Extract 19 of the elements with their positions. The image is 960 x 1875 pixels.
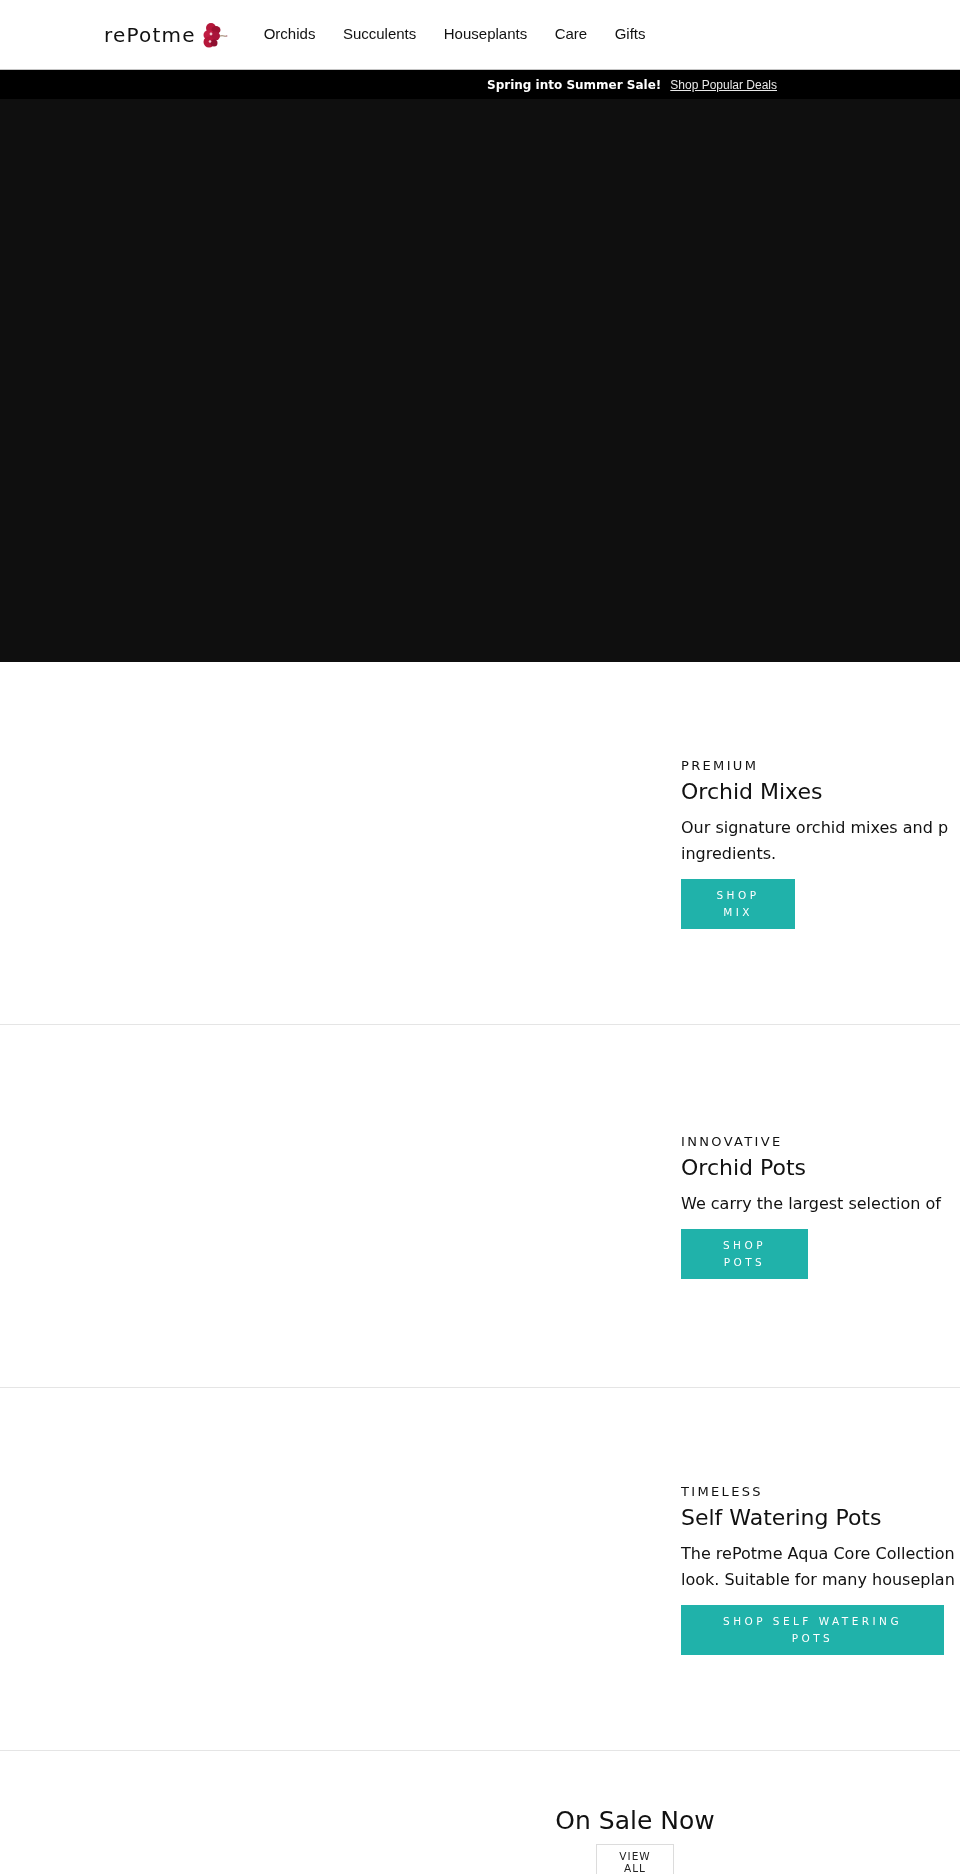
section-title: Self Watering Pots — [681, 1503, 882, 1532]
sale-announcement: Spring into Summer Sale! — [487, 76, 662, 94]
view-all-button[interactable]: VIEW ALL — [596, 1844, 674, 1874]
nav-link[interactable]: Gifts — [614, 23, 646, 46]
section-description: We carry the largest selection of — [681, 1192, 941, 1215]
section-eyebrow: PREMIUM — [681, 757, 759, 774]
nav-link[interactable]: Care — [554, 23, 588, 46]
section-eyebrow: INNOVATIVE — [681, 1133, 783, 1150]
section-title: Orchid Mixes — [681, 777, 823, 806]
shop-deals-link[interactable]: Shop Popular Deals — [670, 75, 777, 94]
section-description: Our signature orchid mixes and p ingredients. — [681, 816, 949, 865]
nav-link[interactable]: Succulents — [342, 23, 417, 46]
section-heading: On Sale Now — [555, 1806, 715, 1836]
section-title: Orchid Pots — [681, 1153, 807, 1182]
nav-link[interactable]: Houseplants — [443, 23, 528, 46]
logo[interactable]: rePotme — [104, 21, 228, 48]
section-description: The rePotme Aqua Core Collection look. Suitable for many houseplan — [681, 1542, 955, 1591]
section-eyebrow: TIMELESS — [681, 1483, 763, 1500]
nav-link[interactable]: Orchids — [263, 23, 316, 46]
